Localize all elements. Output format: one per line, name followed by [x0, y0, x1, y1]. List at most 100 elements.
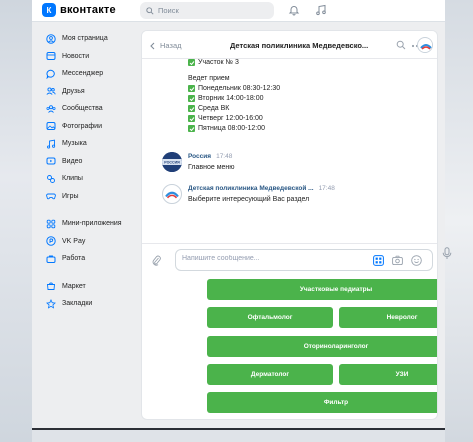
message-text: Участок № 3 — [198, 59, 239, 66]
microphone-icon[interactable] — [442, 247, 452, 260]
sender-name: Россия — [188, 153, 212, 160]
paperclip-icon[interactable] — [152, 255, 161, 266]
video-icon — [46, 156, 56, 166]
sidebar-item-news[interactable]: Новости — [32, 48, 140, 66]
message-composer — [142, 243, 437, 275]
checkmark-icon — [188, 125, 195, 132]
background-right — [445, 0, 473, 442]
clips-icon — [46, 174, 56, 184]
background-left — [0, 0, 32, 442]
chat-bubble-icon — [46, 69, 56, 79]
chat-avatar[interactable] — [417, 37, 433, 53]
sidebar-item-label: Игры — [62, 192, 79, 200]
sidebar-item-label: Маркет — [62, 282, 86, 290]
sidebar-item-music[interactable]: Музыка — [32, 135, 140, 153]
sidebar-item-mini-apps[interactable]: Мини-приложения — [32, 215, 140, 233]
sidebar-divider — [32, 205, 140, 215]
sidebar-item-label: Видео — [62, 157, 83, 165]
keyboard-button-neurologist[interactable]: Невролог — [339, 307, 437, 328]
sidebar-item-market[interactable]: Маркет — [32, 278, 140, 296]
avatar[interactable]: РОССИЯ — [162, 152, 182, 172]
sidebar-item-label: Моя страница — [62, 35, 108, 43]
keyboard-button-filter[interactable]: Фильтр — [207, 392, 437, 413]
sidebar-item-jobs[interactable]: Работа — [32, 250, 140, 268]
checkmark-icon — [188, 95, 195, 102]
sidebar-divider — [32, 268, 140, 278]
reception-title: Ведет прием — [188, 75, 230, 82]
message-line: Ведет прием — [188, 75, 230, 82]
back-label: Назад — [160, 41, 182, 50]
screen-bottom-edge — [32, 428, 445, 430]
sender-name: Детская поликлиника Медведевской ... — [188, 185, 314, 192]
schedule-item: Понедельник 08:30-12:30 — [188, 85, 280, 92]
vk-logo-text: вконтакте — [60, 4, 116, 16]
music-note-icon[interactable] — [315, 4, 327, 16]
vk-logo[interactable]: К вконтакте — [42, 3, 116, 17]
message-time: 17:48 — [216, 153, 233, 160]
sidebar-item-label: Новости — [62, 52, 90, 60]
checkmark-icon — [188, 85, 195, 92]
sidebar-item-clips[interactable]: Клипы — [32, 170, 140, 188]
sidebar-item-label: VK Pay — [62, 237, 86, 245]
sidebar-item-messenger[interactable]: Мессенджер — [32, 65, 140, 83]
user-circle-icon — [46, 34, 56, 44]
sidebar-item-photos[interactable]: Фотографии — [32, 118, 140, 136]
groups-icon — [46, 104, 56, 114]
checkmark-icon — [188, 115, 195, 122]
bell-icon[interactable] — [288, 4, 300, 16]
checkmark-icon — [188, 105, 195, 112]
message-text: Выберите интересующий Вас раздел — [188, 196, 310, 203]
sidebar-item-communities[interactable]: Сообщества — [32, 100, 140, 118]
message-line: Участок № 3 — [188, 59, 239, 66]
sidebar-item-label: Сообщества — [62, 105, 103, 113]
search-icon[interactable] — [396, 40, 406, 50]
sidebar-item-vk-pay[interactable]: VK Pay — [32, 233, 140, 251]
sidebar-item-label: Работа — [62, 255, 86, 263]
keyboard-button-ultrasound[interactable]: УЗИ — [339, 364, 437, 385]
clinic-logo-icon — [418, 38, 432, 52]
vk-window: К вконтакте Поиск Моя страница Новости М… — [32, 0, 452, 430]
schedule-text: Пятница 08:00-12:00 — [198, 125, 266, 132]
apps-icon — [46, 219, 56, 229]
top-bar: К вконтакте Поиск — [32, 0, 445, 22]
sidebar-item-label: Мини-приложения — [62, 220, 122, 228]
music-icon — [46, 139, 56, 149]
bot-keyboard-icon[interactable] — [373, 255, 384, 266]
message-input[interactable] — [182, 255, 362, 262]
keyboard-button-ent[interactable]: Оториноларинголог — [207, 336, 437, 357]
games-icon — [46, 191, 56, 201]
message-input-box — [175, 249, 433, 271]
sidebar-item-video[interactable]: Видео — [32, 153, 140, 171]
news-icon — [46, 51, 56, 61]
chevron-left-icon — [150, 42, 155, 49]
left-sidebar: Моя страница Новости Мессенджер Друзья С… — [32, 30, 140, 313]
keyboard-button-pediatricians[interactable]: Участковые педиатры — [207, 279, 437, 300]
message-sender[interactable]: Россия 17:48 — [188, 153, 232, 160]
chat-panel: Назад Детская поликлиника Медведевско...… — [141, 30, 438, 420]
chat-header: Назад Детская поликлиника Медведевско... — [142, 31, 437, 59]
back-button[interactable]: Назад — [150, 41, 182, 50]
keyboard-button-dermatologist[interactable]: Дерматолог — [207, 364, 333, 385]
search-input[interactable]: Поиск — [140, 2, 274, 19]
message-time: 17:48 — [318, 185, 335, 192]
message-sender[interactable]: Детская поликлиника Медведевской ... 17:4… — [188, 185, 335, 192]
sidebar-item-games[interactable]: Игры — [32, 188, 140, 206]
chat-title[interactable]: Детская поликлиника Медведевско... — [230, 41, 368, 50]
schedule-text: Среда ВК — [198, 105, 230, 112]
sidebar-item-friends[interactable]: Друзья — [32, 83, 140, 101]
vkpay-icon — [46, 236, 56, 246]
schedule-item: Вторник 14:00-18:00 — [188, 95, 264, 102]
search-icon — [146, 6, 154, 15]
sidebar-item-my-page[interactable]: Моя страница — [32, 30, 140, 48]
keyboard-button-ophthalmologist[interactable]: Офтальмолог — [207, 307, 333, 328]
bag-icon — [46, 281, 56, 291]
checkmark-icon — [188, 59, 195, 66]
camera-icon[interactable] — [392, 255, 403, 266]
sidebar-item-label: Закладки — [62, 300, 93, 308]
avatar[interactable] — [162, 184, 182, 204]
sidebar-item-bookmarks[interactable]: Закладки — [32, 295, 140, 313]
photo-icon — [46, 121, 56, 131]
emoji-icon[interactable] — [411, 255, 422, 266]
clinic-logo-icon — [165, 191, 179, 199]
schedule-text: Четверг 12:00-16:00 — [198, 115, 263, 122]
